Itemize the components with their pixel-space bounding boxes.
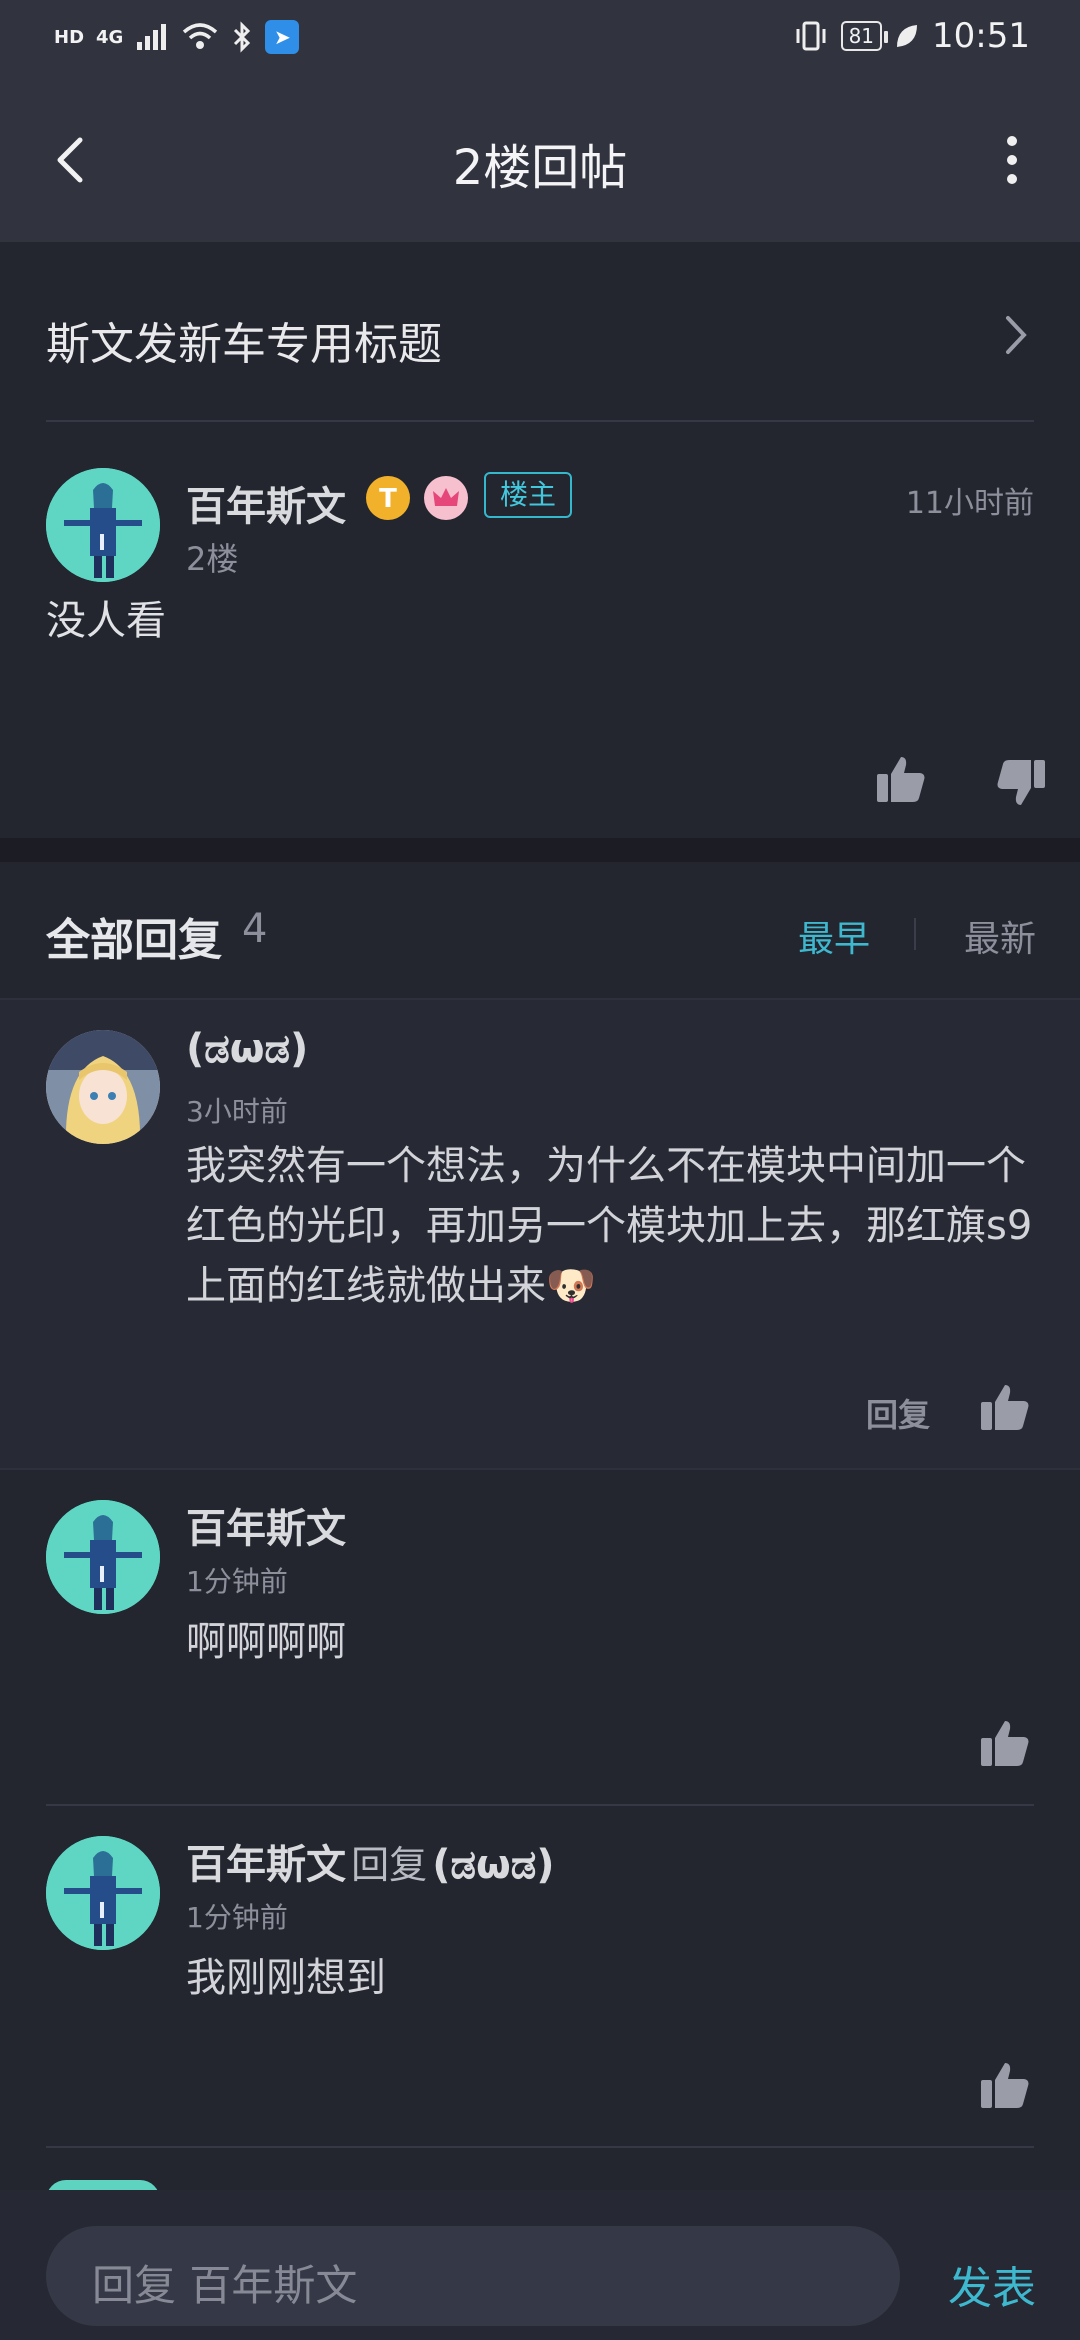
- replies-header: 全部回复 4 最早 最新: [0, 862, 1080, 998]
- dot-icon: [1007, 136, 1017, 146]
- wifi-icon: [183, 23, 218, 49]
- crown-badge-icon: [424, 476, 468, 520]
- thumbs-down-icon[interactable]: [994, 756, 1048, 810]
- page-title: 2楼回帖: [452, 140, 628, 196]
- username[interactable]: 百年斯文: [186, 1842, 346, 1888]
- dot-icon: [1007, 155, 1017, 165]
- reply-time: 1分钟前: [186, 1901, 288, 1934]
- dot-icon: [1007, 174, 1017, 184]
- thumbs-up-icon[interactable]: [874, 752, 928, 806]
- signal-icon: [137, 24, 167, 50]
- reply-composer: 回复 百年斯文 发表: [0, 2190, 1080, 2340]
- thread-title: 斯文发新车专用标题: [46, 319, 442, 370]
- divider: [46, 2146, 1034, 2148]
- thread-title-link[interactable]: 斯文发新车专用标题: [0, 262, 1080, 422]
- post-time: 11小时前: [905, 486, 1034, 521]
- level-badge-icon: T: [366, 476, 410, 520]
- reply-target-username[interactable]: (ಡωಡ): [432, 1842, 554, 1888]
- replies-count: 4: [242, 906, 268, 952]
- reply-time: 1分钟前: [186, 1565, 288, 1598]
- reply-time: 3小时前: [186, 1095, 288, 1128]
- replies-title: 全部回复: [46, 915, 222, 966]
- svg-text:T: T: [379, 484, 397, 514]
- sort-divider: [914, 918, 916, 950]
- send-button[interactable]: 发表: [948, 2252, 1036, 2316]
- nav-bar: 2楼回帖: [0, 100, 1080, 220]
- avatar-image: [46, 1030, 160, 1144]
- reply-button[interactable]: 回复: [866, 1390, 930, 1436]
- reply-input[interactable]: 回复 百年斯文: [46, 2226, 900, 2326]
- username[interactable]: (ಡωಡ): [186, 1026, 308, 1072]
- username[interactable]: 百年斯文: [186, 1496, 346, 1554]
- main-post: 百年斯文 T 楼主 11小时前 2楼 没人看: [0, 424, 1080, 838]
- leaf-icon: [897, 25, 918, 47]
- avatar[interactable]: [46, 468, 160, 582]
- avatar-image: [46, 468, 160, 582]
- more-options-button[interactable]: [980, 128, 1044, 192]
- vibrate-icon: [796, 21, 826, 51]
- section-gap: [0, 838, 1080, 862]
- reply-item: (ಡωಡ) 3小时前 我突然有一个想法，为什么不在模块中间加一个红色的光印，再加…: [0, 1000, 1080, 1468]
- owner-badge: 楼主: [484, 472, 573, 518]
- bluetooth-icon: [234, 21, 251, 53]
- thumbs-up-icon[interactable]: [978, 1380, 1032, 1434]
- reply-content: 啊啊啊啊: [186, 1619, 346, 1665]
- reply-input-placeholder: 回复 百年斯文: [92, 2261, 358, 2310]
- avatar-image: [46, 1500, 160, 1614]
- chevron-right-icon: [1006, 316, 1027, 354]
- thumbs-up-icon[interactable]: [978, 2058, 1032, 2112]
- hd-indicator: HD: [54, 26, 85, 48]
- avatar-image: [46, 1836, 160, 1950]
- status-bar: HD 4G ➤ 81 10:51: [0, 0, 1080, 76]
- avatar[interactable]: [46, 1030, 160, 1144]
- reply-to-word: 回复: [351, 1843, 428, 1887]
- avatar[interactable]: [46, 1500, 160, 1614]
- reply-item: 百年斯文 1分钟前 啊啊啊啊: [0, 1470, 1080, 1804]
- network-type: 4G: [96, 26, 124, 48]
- post-content: 没人看: [46, 598, 166, 644]
- sort-earliest-tab[interactable]: 最早: [798, 910, 870, 962]
- sort-latest-tab[interactable]: 最新: [964, 910, 1036, 962]
- reply-content: 我刚刚想到: [186, 1955, 386, 2001]
- reply-heading: 百年斯文 回复 (ಡωಡ): [186, 1832, 555, 1890]
- floor-number: 2楼: [186, 540, 239, 578]
- battery-indicator: 81: [840, 21, 889, 51]
- thumbs-up-icon[interactable]: [978, 1716, 1032, 1770]
- reply-item: 百年斯文 回复 (ಡωಡ) 1分钟前 我刚刚想到: [0, 1806, 1080, 2146]
- username[interactable]: 百年斯文: [186, 474, 346, 532]
- reply-content: 我突然有一个想法，为什么不在模块中间加一个红色的光印，再加另一个模块加上去，那红…: [186, 1143, 1033, 1309]
- avatar[interactable]: [46, 1836, 160, 1950]
- divider: [46, 420, 1034, 422]
- clock: 10:51: [932, 16, 1030, 56]
- app-notification-icon: ➤: [265, 20, 300, 54]
- top-bar: HD 4G ➤ 81 10:51 2楼回帖: [0, 0, 1080, 242]
